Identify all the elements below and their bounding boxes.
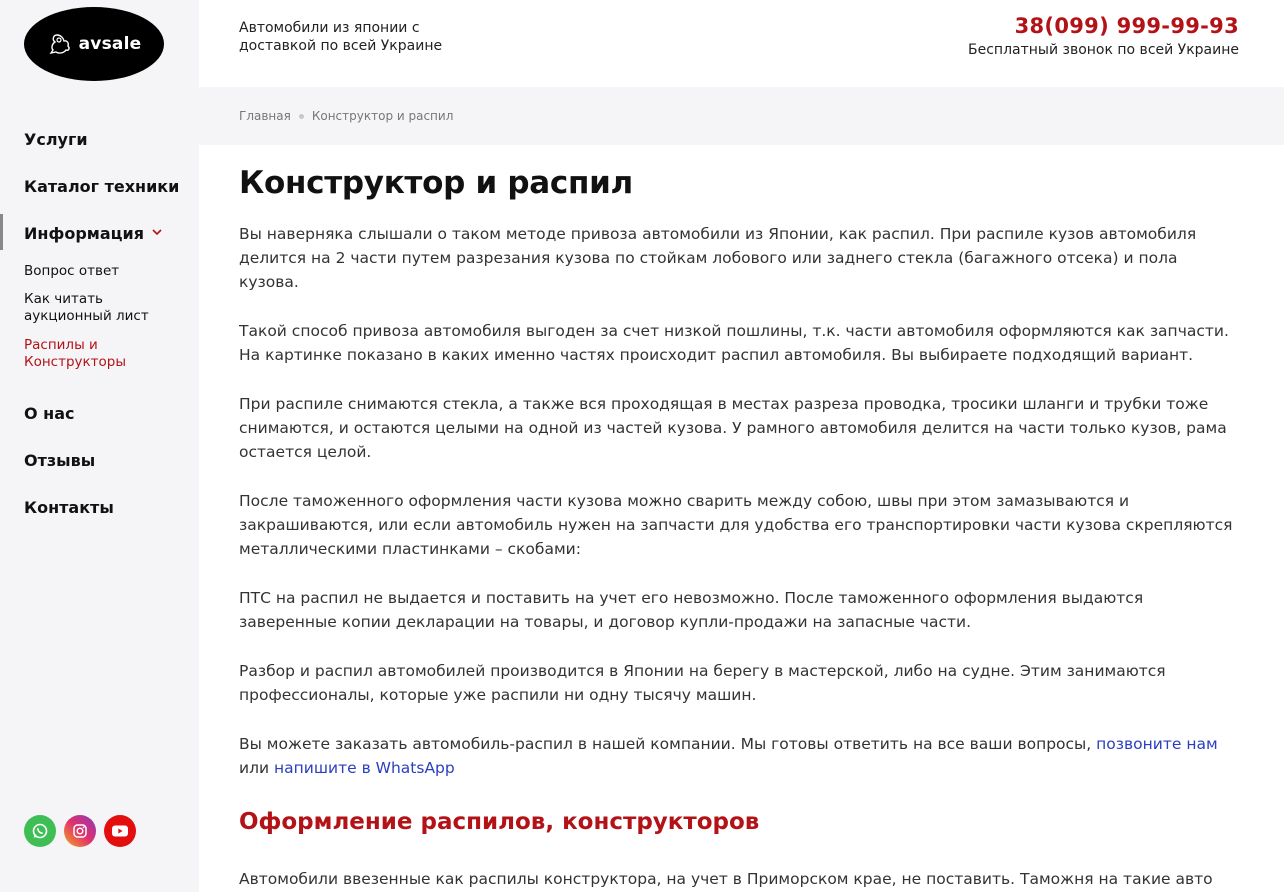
header-phone-caption: Бесплатный звонок по всей Украине: [968, 42, 1239, 58]
paragraph-5: ПТС на распил не выдается и поставить на…: [239, 589, 1144, 631]
logo-mark-icon: [49, 34, 70, 55]
paragraph-4: После таможенного оформления части кузов…: [239, 492, 1233, 558]
whatsapp-link[interactable]: напишите в WhatsApp: [274, 759, 455, 777]
breadcrumb: Главная Конструктор и распил: [239, 109, 453, 123]
contact-text-2: или: [239, 759, 270, 777]
nav-item-reviews[interactable]: Отзывы: [24, 451, 95, 470]
header-tagline: Автомобили из японии с доставкой по всей…: [239, 20, 443, 54]
site-logo[interactable]: avsale: [24, 7, 164, 81]
chevron-down-icon[interactable]: [151, 226, 163, 238]
breadcrumb-home[interactable]: Главная: [239, 109, 291, 123]
paragraph-3: При распиле снимаются стекла, а также вс…: [239, 395, 1227, 461]
nav-item-services[interactable]: Услуги: [24, 130, 88, 149]
logo-text: avsale: [78, 34, 142, 54]
instagram-icon[interactable]: [64, 815, 96, 847]
contact-paragraph: Вы можете заказать автомобиль-распил в н…: [239, 732, 1239, 780]
section-subtitle: Оформление распилов, конструкторов: [239, 809, 760, 835]
paragraph-2: Такой способ привоза автомобиля выгоден …: [239, 322, 1229, 364]
subnav-item-auction-sheet[interactable]: Как читать аукционный лист: [24, 291, 164, 325]
contact-text-1: Вы можете заказать автомобиль-распил в н…: [239, 735, 1092, 753]
paragraph-6: Разбор и распил автомобилей производится…: [239, 662, 1166, 704]
subnav-item-cuts-constructors[interactable]: Распилы и Конструкторы: [24, 337, 144, 371]
social-links: [24, 815, 136, 847]
sidebar: avsale Услуги Каталог техники Информация…: [0, 0, 199, 892]
nav-item-catalog[interactable]: Каталог техники: [24, 177, 179, 196]
breadcrumb-bar: Главная Конструктор и распил: [199, 87, 1284, 145]
call-us-link[interactable]: позвоните нам: [1096, 735, 1218, 753]
header-phone[interactable]: 38(099) 999-99-93: [1015, 14, 1239, 38]
youtube-icon[interactable]: [104, 815, 136, 847]
nav-item-contacts[interactable]: Контакты: [24, 498, 114, 517]
paragraph-1: Вы наверняка слышали о таком методе прив…: [239, 225, 1197, 291]
header: Автомобили из японии с доставкой по всей…: [199, 0, 1284, 87]
subnav-item-faq[interactable]: Вопрос ответ: [24, 263, 194, 280]
paragraph-7: Автомобили ввезенные как распилы констру…: [239, 870, 1213, 888]
page-title: Конструктор и распил: [239, 165, 633, 201]
breadcrumb-separator: [298, 113, 304, 119]
whatsapp-icon[interactable]: [24, 815, 56, 847]
nav-item-information[interactable]: Информация: [0, 214, 144, 250]
breadcrumb-current: Конструктор и распил: [311, 109, 454, 123]
nav-item-about[interactable]: О нас: [24, 404, 75, 423]
